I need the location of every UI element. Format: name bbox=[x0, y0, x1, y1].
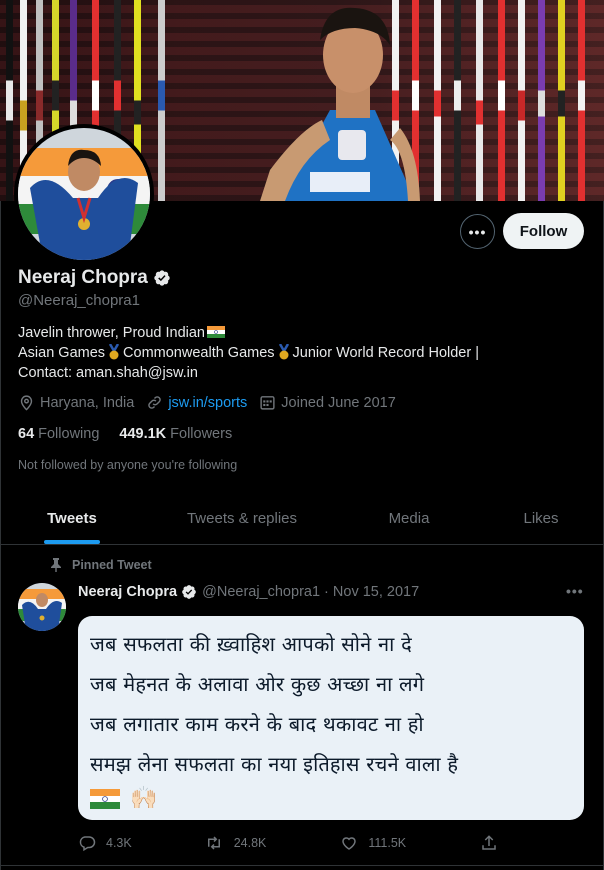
share-button[interactable] bbox=[480, 834, 508, 852]
link-icon bbox=[148, 396, 162, 409]
tweet-more-button[interactable]: ••• bbox=[566, 583, 584, 599]
athlete-photo bbox=[260, 7, 420, 201]
tweet-divider bbox=[0, 865, 604, 866]
medal-icon bbox=[108, 344, 120, 360]
retweet-icon bbox=[207, 836, 220, 850]
joined-text: Joined June 2017 bbox=[281, 394, 396, 411]
like-count: 111.5K bbox=[368, 836, 407, 850]
location-text: Haryana, India bbox=[40, 394, 135, 411]
tweet-line-1: जब सफलता की ख़्वाहिश आपको सोने ना दे bbox=[90, 632, 412, 656]
tweet-line-2: जब मेहनत के अलावा ओर कुछ अच्छा ना लगे bbox=[90, 672, 425, 696]
tab-likes-label: Likes bbox=[523, 509, 559, 527]
bio-line-1: Javelin thrower, Proud Indian bbox=[18, 325, 205, 341]
following-label: Following bbox=[38, 426, 100, 442]
tab-tweets-label: Tweets bbox=[47, 509, 97, 527]
website-item[interactable]: jsw.in/sports bbox=[146, 394, 247, 411]
tab-tweets-replies[interactable]: Tweets & replies bbox=[144, 492, 340, 544]
reply-count: 4.3K bbox=[106, 836, 132, 850]
following-count: 64 bbox=[18, 426, 35, 442]
followers-count: 449.1K bbox=[119, 426, 167, 442]
follow-button[interactable]: Follow bbox=[503, 213, 584, 249]
followers-label: Followers bbox=[170, 426, 233, 442]
profile-meta: Haryana, India jsw.in/sports Joined June… bbox=[18, 394, 408, 411]
following-link[interactable]: 64 Following bbox=[18, 426, 99, 442]
profile-name-text: Neeraj Chopra bbox=[18, 267, 148, 288]
like-icon bbox=[342, 837, 357, 850]
reply-icon bbox=[79, 836, 96, 852]
tweet-avatar[interactable] bbox=[18, 583, 66, 631]
calendar-icon bbox=[260, 396, 275, 410]
profile-avatar[interactable] bbox=[14, 124, 154, 264]
followers-link[interactable]: 449.1K Followers bbox=[119, 426, 232, 442]
active-tab-indicator bbox=[44, 540, 100, 544]
joined-item: Joined June 2017 bbox=[259, 394, 396, 411]
raised-hands-icon: 🙌🏻 bbox=[130, 786, 158, 811]
tweet-actions: 4.3K 24.8K 111.5K bbox=[78, 834, 508, 852]
more-options-button[interactable]: ••• bbox=[460, 214, 495, 249]
tweet-handle-date[interactable]: @Neeraj_chopra1 · Nov 15, 2017 bbox=[202, 584, 419, 600]
bio-asian-games: Asian Games bbox=[18, 345, 106, 361]
tweet-header: Neeraj Chopra @Neeraj_chopra1 · Nov 15, … bbox=[78, 584, 419, 600]
india-flag-icon bbox=[207, 326, 225, 338]
tab-tweets-replies-label: Tweets & replies bbox=[186, 509, 298, 527]
verified-badge-icon bbox=[154, 270, 170, 286]
tab-tweets[interactable]: Tweets bbox=[0, 492, 144, 544]
share-icon bbox=[482, 835, 496, 850]
tweet-line-3: जब लगातार काम करने के बाद थकावट ना हो bbox=[90, 712, 424, 736]
location-icon bbox=[20, 395, 33, 411]
verified-badge-icon bbox=[182, 585, 196, 599]
tweet-avatar-photo bbox=[18, 583, 66, 631]
tweet-author[interactable]: Neeraj Chopra bbox=[78, 584, 177, 600]
tweet-emoji-row: 🙌🏻 bbox=[90, 786, 574, 811]
tab-media[interactable]: Media bbox=[340, 492, 478, 544]
website-link[interactable]: jsw.in/sports bbox=[168, 395, 247, 411]
retweet-button[interactable]: 24.8K bbox=[204, 834, 341, 852]
bio-contact: Contact: aman.shah@jsw.in bbox=[18, 365, 198, 381]
avatar-photo bbox=[18, 128, 150, 260]
tweet-line-4: समझ लेना सफलता का नया इतिहास रचने वाला ह… bbox=[90, 752, 459, 776]
pinned-indicator: Pinned Tweet bbox=[50, 558, 152, 572]
india-flag-icon bbox=[90, 788, 120, 809]
tab-likes[interactable]: Likes bbox=[478, 492, 604, 544]
medal-icon bbox=[278, 344, 289, 360]
retweet-count: 24.8K bbox=[233, 836, 267, 850]
not-followed-note: Not followed by anyone you're following bbox=[18, 458, 238, 472]
profile-tabs: Tweets Tweets & replies Media Likes bbox=[0, 492, 604, 545]
location-item: Haryana, India bbox=[18, 394, 134, 411]
profile-name: Neeraj Chopra bbox=[18, 267, 171, 289]
follow-stats: 64 Following 449.1K Followers bbox=[18, 426, 252, 442]
bio-commonwealth-games: Commonwealth Games bbox=[123, 345, 275, 361]
profile-bio: Javelin thrower, Proud Indian Asian Game… bbox=[18, 323, 588, 383]
tweet-text-card[interactable]: जब सफलता की ख़्वाहिश आपको सोने ना दे जब … bbox=[78, 616, 584, 820]
profile-handle: @Neeraj_chopra1 bbox=[18, 292, 140, 309]
tab-media-label: Media bbox=[388, 509, 430, 527]
reply-button[interactable]: 4.3K bbox=[78, 834, 204, 852]
like-button[interactable]: 111.5K bbox=[340, 834, 480, 852]
bio-junior-record: Junior World Record Holder | bbox=[292, 345, 479, 361]
pinned-label: Pinned Tweet bbox=[72, 558, 152, 572]
pin-icon bbox=[51, 558, 61, 572]
